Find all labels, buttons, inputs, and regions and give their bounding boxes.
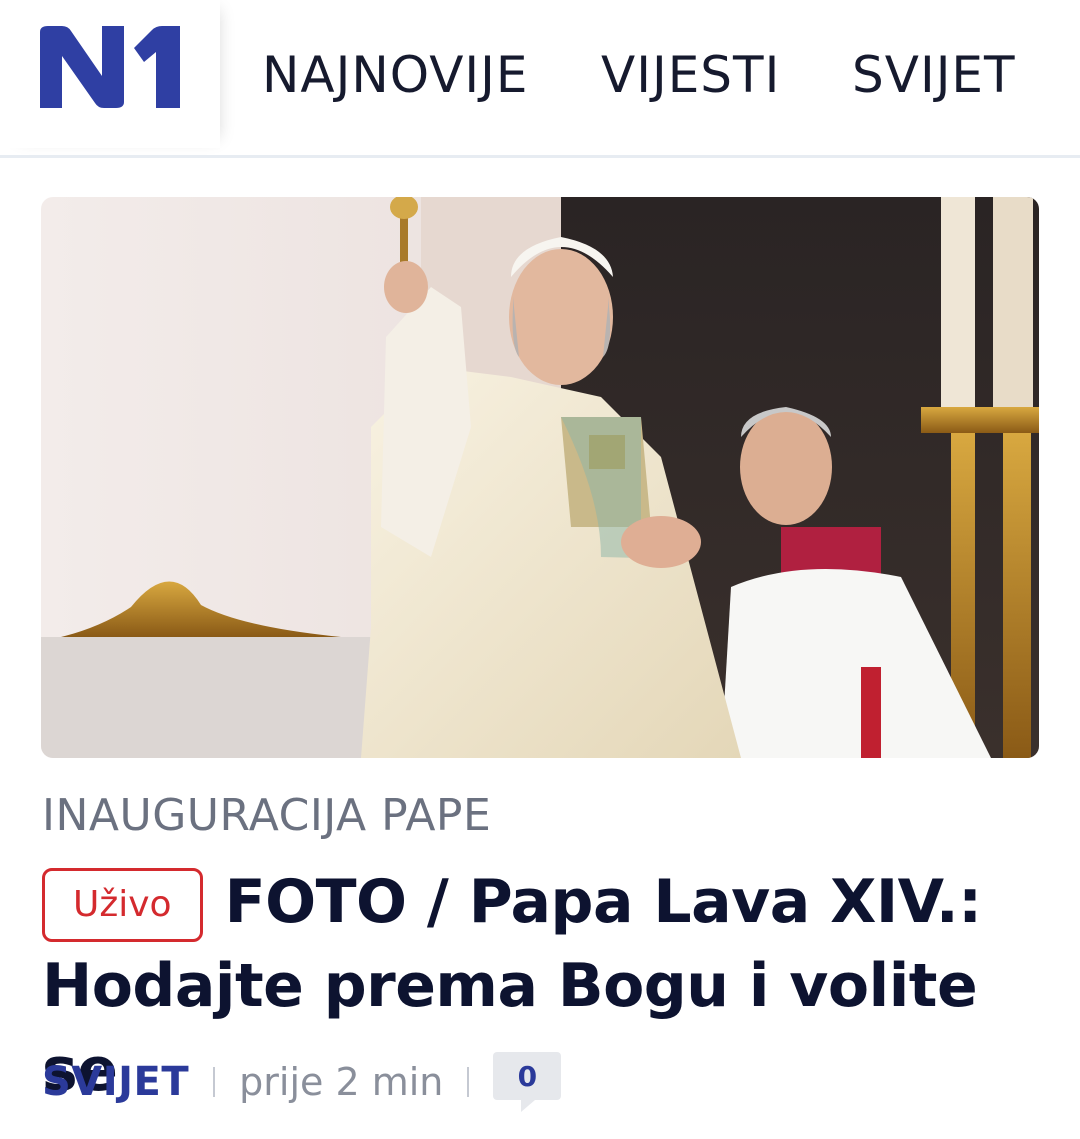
top-navigation-bar: NAJNOVIJE VIJESTI SVIJET — [0, 0, 1080, 158]
meta-divider — [213, 1067, 216, 1097]
comment-count: 0 — [517, 1059, 538, 1093]
live-badge: Uživo — [42, 868, 203, 942]
nav-item-svijet[interactable]: SVIJET — [852, 42, 1016, 108]
comment-bubble-icon — [521, 1100, 536, 1112]
section-link[interactable]: SVIJET — [42, 1059, 189, 1105]
nav-item-najnovije[interactable]: NAJNOVIJE — [262, 42, 529, 108]
comment-count-badge[interactable]: 0 — [493, 1052, 562, 1112]
meta-divider — [467, 1067, 470, 1097]
article-category[interactable]: INAUGURACIJA PAPE — [42, 790, 491, 842]
n1-logo-link[interactable] — [0, 0, 220, 148]
article-meta: SVIJET prije 2 min 0 — [42, 1052, 562, 1112]
article-hero-image[interactable] — [41, 197, 1039, 758]
nav-item-vijesti[interactable]: VIJESTI — [601, 42, 780, 108]
n1-logo — [40, 26, 180, 108]
pope-photo — [41, 197, 1039, 758]
published-time: prije 2 min — [239, 1060, 444, 1104]
